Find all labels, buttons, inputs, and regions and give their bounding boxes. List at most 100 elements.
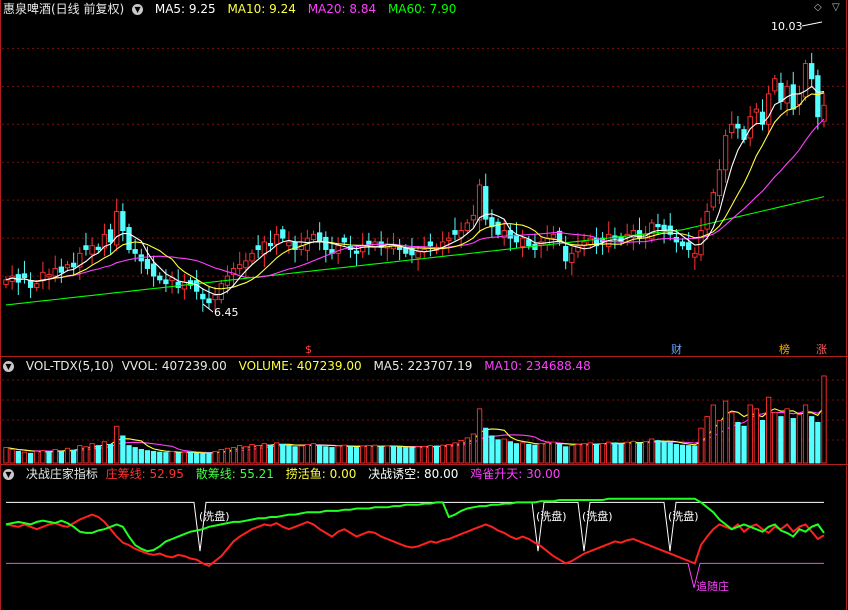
candle-body [692,252,698,258]
volume-bar [624,441,630,464]
candle-body [519,237,526,247]
candle-body [396,246,403,250]
volume-bar [144,450,151,464]
volume-bar [95,445,101,464]
candle-body [778,82,784,102]
volume-bar [403,447,409,464]
volume-bar [716,419,723,464]
candle-body [218,283,224,301]
ma5-line [5,85,825,296]
volume-bar [390,445,397,464]
candle-body [237,264,243,269]
candle-body [661,224,667,231]
volume-bar [753,408,759,464]
volume-bar [692,445,698,464]
candle-body [446,237,452,241]
volume-bar [747,404,753,464]
volume-bar [729,412,735,464]
volume-bar [427,445,434,464]
volume-bar [89,443,95,464]
volume-bar [655,440,661,464]
volume-bar [52,449,58,464]
volume-bar [409,447,415,464]
candle-body [679,241,686,247]
volume-bar [636,442,643,464]
candle-body [3,279,9,285]
volume-bar [501,438,507,464]
candle-body [157,275,163,281]
volume-bar [206,452,212,464]
washout-label-2: (洗盘) [536,509,567,523]
finance-marker[interactable]: 财 [671,342,682,356]
candle-body [809,63,815,80]
volume-bar [642,441,649,464]
candle-body [310,233,317,241]
volume-bar [569,445,575,464]
candle-body [71,262,77,268]
volume-bar [606,441,612,464]
volume-bar [3,447,9,464]
candle-body [126,227,132,250]
candle-body [206,298,212,304]
chart-canvas: 10.03 6.45 $ 财 榜 涨 (洗盘) (洗盘) (洗盘) (洗盘) 追… [2,20,845,593]
volume-bar [618,443,624,464]
volume-bar [581,443,587,464]
volume-bar [704,416,710,464]
volume-bar [790,418,796,464]
candle-body [255,245,261,250]
candle-body [212,294,218,301]
volume-bar [366,445,372,464]
limit-up-marker[interactable]: 涨 [816,343,827,356]
candle-body [704,211,710,230]
volume-bar [686,445,692,464]
ranking-marker[interactable]: 榜 [779,342,790,356]
volume-bar [280,443,286,464]
candle-body [452,230,458,235]
candle-body [21,273,28,279]
candle-body [120,211,126,231]
volume-bar [286,445,292,464]
dollar-marker[interactable]: $ [305,343,312,356]
candle-body [495,221,501,235]
volume-bar [495,439,501,464]
volume-bar [513,443,520,464]
candle-body [735,123,741,129]
candle-body [163,279,169,285]
high-price-label: 10.03 [771,20,803,33]
volume-bar [396,446,403,464]
candle-body [550,233,557,239]
candle-body [249,252,255,262]
volume-bar [489,435,495,464]
volume-bar [298,445,304,464]
volume-bar [673,443,680,464]
candle-body [569,252,575,263]
candle-body [673,236,680,243]
volume-bar [27,452,34,464]
candle-body [353,250,360,254]
candle-body [243,260,249,269]
volume-bar [9,449,15,464]
candle-body [150,263,157,277]
volume-bar [735,421,741,464]
volume-bar [40,450,46,464]
volume-bar [120,435,126,464]
volume-bar [230,447,237,464]
volume-bar [64,447,71,464]
volume-bars [3,375,827,464]
candle-body [427,241,434,247]
volume-bar [802,404,809,464]
volume-bar [187,452,194,464]
volume-bar [661,441,667,464]
candle-body [507,230,513,239]
volume-bar [519,442,526,464]
volume-bar [815,421,821,464]
candle-body [267,242,274,247]
volume-bar [273,442,280,464]
washout-label-3: (洗盘) [582,509,613,523]
candle-body [415,251,421,259]
volume-bar [360,445,366,464]
candle-body [317,232,323,243]
candle-body [790,84,796,110]
volume-bar [556,443,563,464]
volume-bar [114,425,120,464]
